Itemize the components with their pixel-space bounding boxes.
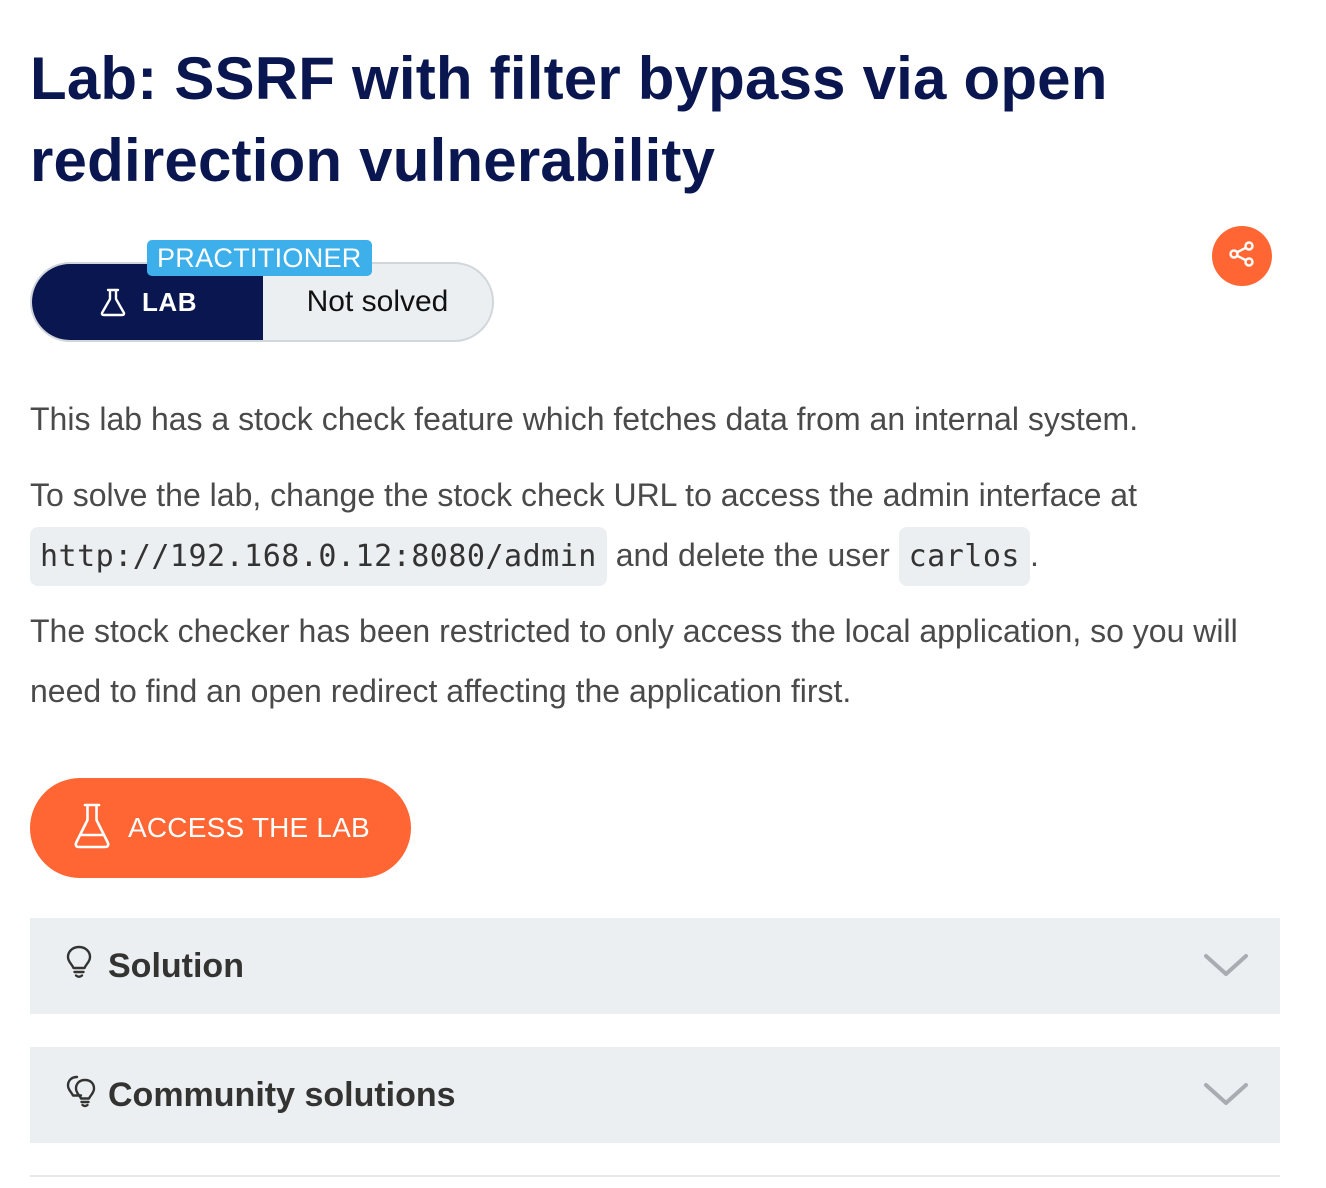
section-divider <box>30 1175 1280 1177</box>
solution-label: Solution <box>108 946 244 985</box>
solution-accordion[interactable]: Solution <box>30 918 1280 1014</box>
share-icon <box>1227 239 1257 274</box>
lab-type-label: LAB <box>142 286 197 317</box>
description-text: To solve the lab, change the stock check… <box>30 477 1137 513</box>
access-lab-button[interactable]: ACCESS THE LAB <box>30 778 411 878</box>
access-lab-label: ACCESS THE LAB <box>128 812 370 843</box>
description-paragraph-1: This lab has a stock check feature which… <box>30 401 1139 437</box>
admin-url-code: http://192.168.0.12:8080/admin <box>30 527 607 586</box>
chevron-down-icon <box>1202 1077 1250 1114</box>
description-paragraph-2: To solve the lab, change the stock check… <box>30 465 1290 587</box>
description-text: . <box>1030 537 1039 573</box>
share-button[interactable] <box>1212 226 1272 286</box>
difficulty-level-tag: PRACTITIONER <box>147 240 372 276</box>
lightbulbs-icon <box>64 1073 100 1114</box>
flask-icon <box>72 802 112 855</box>
community-solutions-accordion[interactable]: Community solutions <box>30 1047 1280 1143</box>
flask-icon <box>98 287 128 317</box>
community-solutions-label: Community solutions <box>108 1075 456 1114</box>
page-title: Lab: SSRF with filter bypass via open re… <box>30 45 1108 194</box>
lightbulb-icon <box>64 944 94 985</box>
chevron-down-icon <box>1202 948 1250 985</box>
description-text: and delete the user <box>615 537 890 573</box>
description-paragraph-3: The stock checker has been restricted to… <box>30 613 1238 709</box>
username-code: carlos <box>898 527 1030 586</box>
